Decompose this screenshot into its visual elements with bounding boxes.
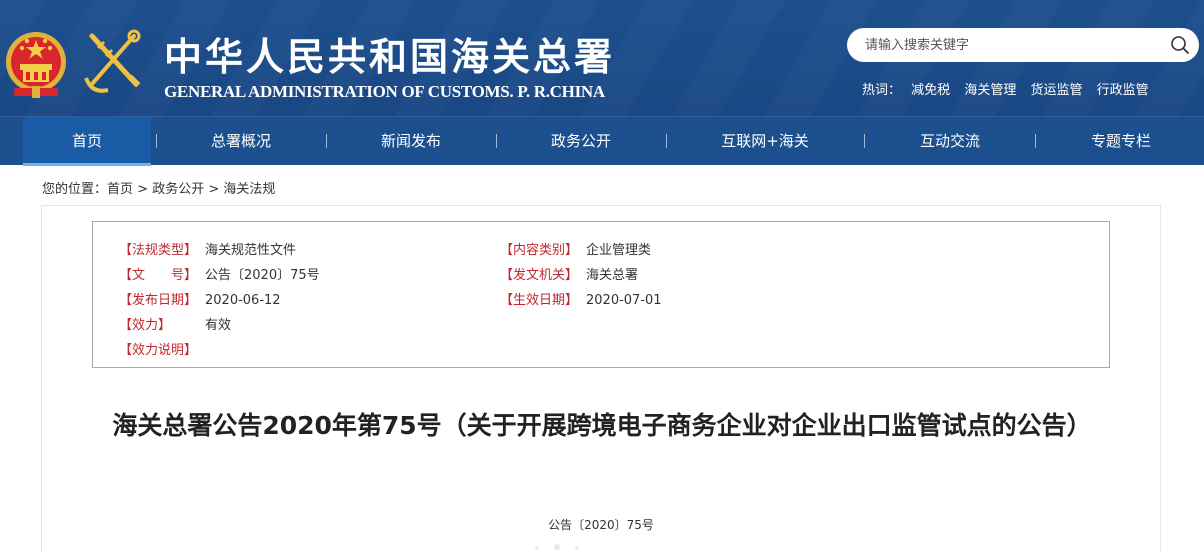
meta-value: 有效 bbox=[205, 318, 232, 333]
breadcrumb-prefix: 您的位置： bbox=[42, 182, 108, 197]
nav-separator bbox=[666, 134, 667, 148]
site-title-en: GENERAL ADMINISTRATION OF CUSTOMS. P. R.… bbox=[164, 82, 605, 101]
nav-separator bbox=[1035, 134, 1036, 148]
meta-value: 企业管理类 bbox=[586, 243, 652, 258]
meta-row: 【发布日期】 2020-06-12 bbox=[119, 289, 281, 308]
search-icon[interactable] bbox=[1170, 35, 1190, 55]
hot-words: 热词： 减免税 海关管理 货运监管 行政监管 bbox=[862, 79, 1159, 98]
nav-item-home[interactable]: 首页 bbox=[23, 117, 151, 166]
site-header: 中华人民共和国海关总署 GENERAL ADMINISTRATION OF CU… bbox=[0, 0, 1204, 116]
meta-row: 【法规类型】 海关规范性文件 bbox=[119, 239, 296, 258]
meta-value: 公告〔2020〕75号 bbox=[205, 268, 320, 283]
hot-word-link[interactable]: 行政监管 bbox=[1097, 83, 1149, 98]
national-emblem-icon bbox=[6, 32, 66, 98]
breadcrumb-separator: > bbox=[208, 182, 220, 197]
nav-separator bbox=[156, 134, 157, 148]
meta-value: 海关规范性文件 bbox=[205, 243, 297, 258]
document-meta-box: 【法规类型】 海关规范性文件 【文 号】 公告〔2020〕75号 【发布日期】 202… bbox=[92, 221, 1110, 368]
hot-word-link[interactable]: 减免税 bbox=[911, 83, 950, 98]
site-title-cn: 中华人民共和国海关总署 bbox=[164, 34, 616, 79]
meta-row: 【效力说明】 bbox=[119, 339, 205, 358]
nav-separator bbox=[864, 134, 865, 148]
nav-separator bbox=[496, 134, 497, 148]
search-box bbox=[847, 28, 1199, 62]
customs-logo-icon bbox=[84, 29, 141, 93]
breadcrumb-separator: > bbox=[137, 182, 149, 197]
meta-value: 2020-07-01 bbox=[586, 293, 662, 308]
hot-word-link[interactable]: 海关管理 bbox=[964, 83, 1016, 98]
meta-row: 【生效日期】 2020-07-01 bbox=[500, 289, 662, 308]
meta-row: 【发文机关】 海关总署 bbox=[500, 264, 638, 283]
nav-item-interaction[interactable]: 互动交流 bbox=[888, 117, 1012, 166]
search-input[interactable] bbox=[865, 34, 1155, 56]
meta-row: 【效力】 有效 bbox=[119, 314, 231, 333]
meta-row: 【文 号】 公告〔2020〕75号 bbox=[119, 264, 320, 283]
document-number: 公告〔2020〕75号 bbox=[548, 518, 654, 532]
meta-label: 【生效日期】 bbox=[500, 293, 579, 308]
meta-value: 2020-06-12 bbox=[205, 293, 281, 308]
main-nav: 首页 总署概况 新闻发布 政务公开 互联网+海关 互动交流 专题专栏 bbox=[0, 116, 1204, 166]
hot-words-label: 热词： bbox=[862, 83, 902, 98]
meta-label: 【效力】 bbox=[119, 318, 172, 333]
meta-label: 【法规类型】 bbox=[119, 243, 198, 258]
breadcrumb-link-government-affairs[interactable]: 政务公开 bbox=[152, 182, 204, 197]
meta-row: 【内容类别】 企业管理类 bbox=[500, 239, 651, 258]
nav-separator bbox=[326, 134, 327, 148]
document-title: 海关总署公告2020年第75号（关于开展跨境电子商务企业对企业出口监管试点的公告… bbox=[112, 411, 1092, 440]
meta-label: 【文 号】 bbox=[119, 268, 198, 283]
meta-label: 【发布日期】 bbox=[119, 293, 198, 308]
divider-ornament-icon bbox=[535, 544, 579, 550]
nav-item-internet-customs[interactable]: 互联网+海关 bbox=[690, 117, 840, 166]
meta-value: 海关总署 bbox=[586, 268, 639, 283]
nav-item-special-topics[interactable]: 专题专栏 bbox=[1060, 117, 1182, 166]
breadcrumb-link-home[interactable]: 首页 bbox=[107, 182, 133, 197]
hot-word-link[interactable]: 货运监管 bbox=[1030, 83, 1082, 98]
nav-item-news[interactable]: 新闻发布 bbox=[350, 117, 472, 166]
breadcrumb-link-regulations[interactable]: 海关法规 bbox=[223, 182, 275, 197]
nav-item-government-affairs[interactable]: 政务公开 bbox=[520, 117, 642, 166]
meta-label: 【效力说明】 bbox=[119, 343, 198, 358]
meta-label: 【发文机关】 bbox=[500, 268, 579, 283]
meta-label: 【内容类别】 bbox=[500, 243, 579, 258]
nav-item-overview[interactable]: 总署概况 bbox=[180, 117, 302, 166]
breadcrumb: 您的位置：首页 > 政务公开 > 海关法规 bbox=[42, 178, 275, 197]
